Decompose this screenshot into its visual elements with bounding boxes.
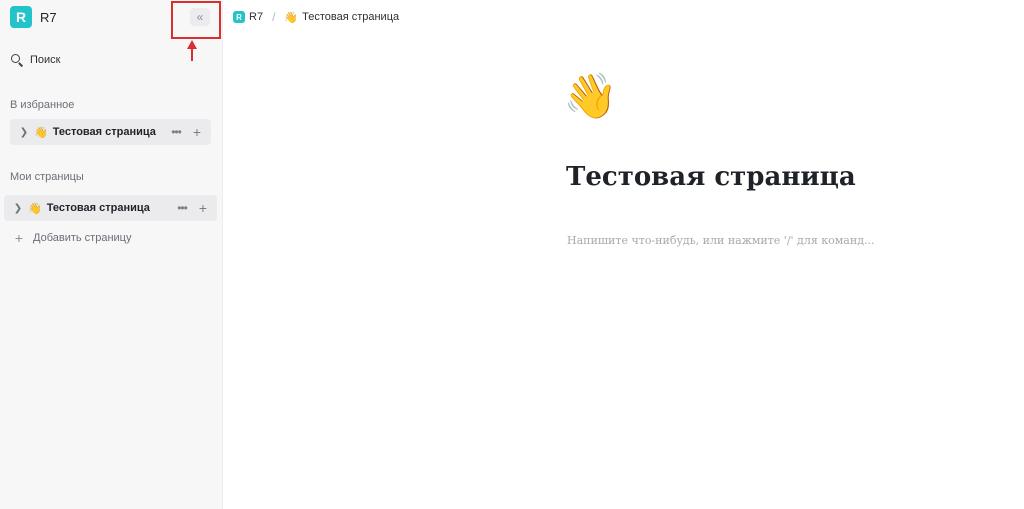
workspace-logo: R: [10, 6, 32, 28]
breadcrumb-page[interactable]: Тестовая страница: [302, 11, 399, 23]
page-emoji-icon[interactable]: 👋: [563, 72, 618, 122]
favorites-section-title: В избранное: [10, 99, 75, 111]
favorite-page-label: Тестовая страница: [52, 126, 156, 138]
favorite-page-item[interactable]: ❯ 👋 Тестовая страница ••• +: [10, 119, 211, 145]
breadcrumb-separator: /: [272, 10, 276, 24]
page-body-input[interactable]: Напишите что-нибудь, или нажмите '/' для…: [567, 234, 874, 247]
waving-hand-icon: 👋: [28, 202, 42, 215]
search-label: Поиск: [30, 54, 61, 66]
add-page-label: Добавить страницу: [33, 232, 132, 244]
annotation-arrow-stem: [191, 48, 193, 61]
chevron-right-icon[interactable]: ❯: [12, 203, 24, 214]
workspace-logo-small: R: [233, 11, 245, 23]
search-icon: [10, 53, 24, 67]
breadcrumb-workspace[interactable]: R7: [249, 11, 263, 23]
waving-hand-icon: 👋: [284, 11, 299, 24]
app-window: R R7 « Поиск В избранное ❯ 👋 Тестовая ст…: [0, 0, 1024, 509]
search-button[interactable]: Поиск: [10, 51, 60, 69]
add-subpage-icon[interactable]: +: [193, 124, 201, 140]
chevron-right-icon[interactable]: ❯: [18, 127, 30, 138]
workspace-header[interactable]: R R7: [10, 5, 57, 29]
my-page-item[interactable]: ❯ 👋 Тестовая страница ••• +: [4, 195, 217, 221]
more-options-icon[interactable]: •••: [171, 125, 182, 139]
workspace-name: R7: [40, 9, 57, 25]
add-page-button[interactable]: + Добавить страницу: [12, 230, 132, 246]
page-title[interactable]: Тестовая страница: [566, 162, 856, 192]
waving-hand-icon: 👋: [34, 126, 48, 139]
more-options-icon[interactable]: •••: [177, 201, 188, 215]
my-pages-section-title: Мои страницы: [10, 171, 84, 183]
sidebar: R R7 « Поиск В избранное ❯ 👋 Тестовая ст…: [0, 0, 223, 509]
plus-icon: +: [14, 230, 24, 246]
breadcrumb: R R7 / 👋 Тестовая страница: [233, 9, 399, 25]
annotation-highlight-box: [171, 1, 221, 39]
add-subpage-icon[interactable]: +: [199, 200, 207, 216]
my-page-label: Тестовая страница: [46, 202, 150, 214]
